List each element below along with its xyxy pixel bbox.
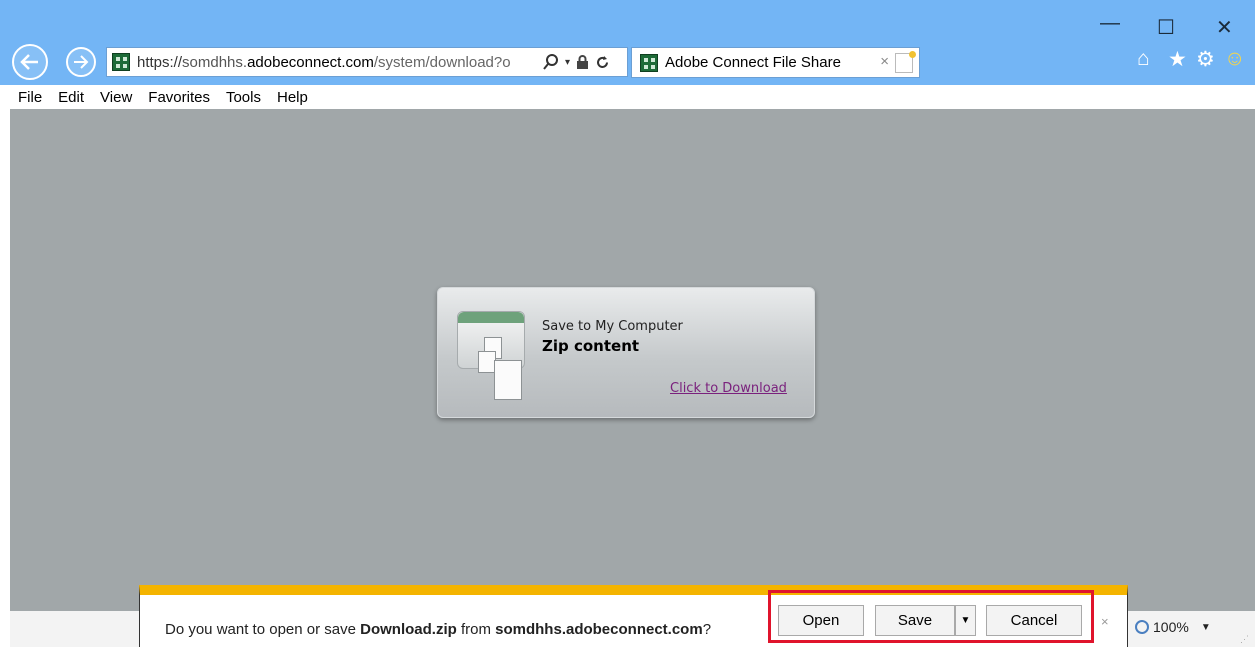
click-to-download-link[interactable]: Click to Download xyxy=(670,381,787,396)
new-tab-icon[interactable] xyxy=(895,51,916,73)
cancel-button[interactable]: Cancel xyxy=(986,605,1082,636)
site-favicon-icon xyxy=(112,53,130,71)
zoom-control[interactable]: 100% ▼ xyxy=(1135,619,1211,635)
zip-file-icon xyxy=(457,311,525,400)
download-card: Save to My Computer Zip content Click to… xyxy=(437,287,815,418)
notification-middle: from xyxy=(456,621,496,638)
forward-button[interactable] xyxy=(66,47,96,77)
save-dropdown-button[interactable]: ▼ xyxy=(955,605,976,636)
url-domain: adobeconnect.com xyxy=(247,53,374,71)
zoom-dropdown-icon[interactable]: ▼ xyxy=(1201,622,1211,633)
url-text[interactable]: https://somdhhs.adobeconnect.com/system/… xyxy=(137,54,539,71)
zoom-level: 100% xyxy=(1153,619,1189,635)
tab-adobe-connect[interactable]: Adobe Connect File Share × xyxy=(631,47,920,78)
back-icon xyxy=(20,54,38,70)
url-protocol: https:// xyxy=(137,53,183,71)
open-button[interactable]: Open xyxy=(778,605,864,636)
notification-prefix: Do you want to open or save xyxy=(165,621,361,638)
menu-favorites[interactable]: Favorites xyxy=(140,89,218,106)
menu-edit[interactable]: Edit xyxy=(50,89,92,106)
menu-file[interactable]: File xyxy=(10,89,50,106)
lock-icon[interactable] xyxy=(576,54,589,70)
notification-source: somdhhs.adobeconnect.com xyxy=(495,621,703,638)
menu-help[interactable]: Help xyxy=(269,89,316,106)
search-dropdown-icon[interactable]: ▾ xyxy=(565,57,570,68)
chevron-down-icon: ▼ xyxy=(960,615,971,626)
url-path: /system/download?o xyxy=(373,53,511,71)
menu-view[interactable]: View xyxy=(92,89,140,106)
tab-favicon-icon xyxy=(640,53,658,72)
smiley-icon[interactable]: ☺ xyxy=(1224,47,1245,71)
maximize-button[interactable]: ☐ xyxy=(1157,15,1175,40)
notification-close-icon[interactable]: × xyxy=(1101,614,1109,629)
resize-grip-icon[interactable]: ⋰ xyxy=(1240,634,1249,645)
save-button[interactable]: Save xyxy=(875,605,955,636)
gear-icon[interactable]: ⚙ xyxy=(1196,47,1215,72)
url-subdomain: somdhhs. xyxy=(182,53,248,71)
search-icon[interactable] xyxy=(543,54,559,70)
refresh-icon[interactable] xyxy=(595,55,610,70)
browser-window: https://somdhhs.adobeconnect.com/system/… xyxy=(0,0,1255,647)
home-icon[interactable]: ⌂ xyxy=(1137,47,1150,71)
notification-suffix: ? xyxy=(702,621,712,638)
window-left-edge xyxy=(0,85,10,647)
menu-tools[interactable]: Tools xyxy=(218,89,269,106)
close-window-button[interactable]: ✕ xyxy=(1216,15,1233,40)
tab-title: Adobe Connect File Share xyxy=(665,54,841,71)
tab-close-icon[interactable]: × xyxy=(880,53,889,70)
save-to-computer-label: Save to My Computer xyxy=(542,319,683,334)
notification-message: Do you want to open or save Download.zip… xyxy=(165,621,711,638)
notification-filename: Download.zip xyxy=(360,621,457,638)
minimize-button[interactable]: — xyxy=(1100,12,1120,35)
address-bar[interactable]: https://somdhhs.adobeconnect.com/system/… xyxy=(106,47,628,77)
menu-bar: File Edit View Favorites Tools Help xyxy=(10,85,1255,109)
title-bar: https://somdhhs.adobeconnect.com/system/… xyxy=(0,0,1255,85)
back-button[interactable] xyxy=(12,44,48,80)
favorites-star-icon[interactable]: ★ xyxy=(1168,47,1187,72)
zip-content-label: Zip content xyxy=(542,337,640,355)
forward-icon xyxy=(74,55,89,69)
zoom-icon xyxy=(1135,620,1149,634)
